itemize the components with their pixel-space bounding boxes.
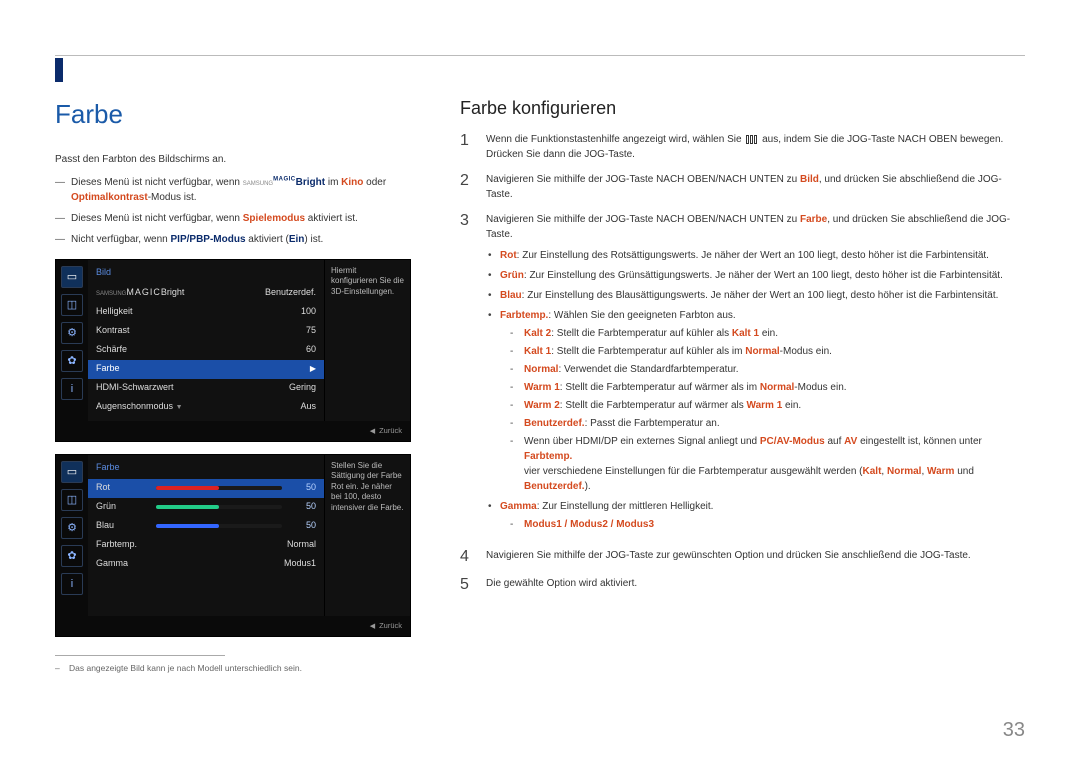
step-5: 5 Die gewählte Option wird aktiviert. bbox=[460, 576, 1025, 594]
top-rule bbox=[55, 55, 1025, 56]
osd-row-kontrast: Kontrast75 bbox=[88, 322, 324, 341]
note-1: Dieses Menü ist nicht verfügbar, wenn SA… bbox=[55, 175, 415, 205]
bullet-farbtemp: Farbtemp.: Wählen Sie den geeigneten Far… bbox=[486, 308, 1025, 494]
osd-row-gamma: GammaModus1 bbox=[88, 555, 324, 574]
monitor-icon: ▭ bbox=[61, 266, 83, 288]
note-3: Nicht verfügbar, wenn PIP/PBP-Modus akti… bbox=[55, 232, 415, 247]
step-3: 3 Navigieren Sie mithilfe der JOG-Taste … bbox=[460, 212, 1025, 538]
osd-help-text: Hiermit konfigurieren Sie die 3D-Einstel… bbox=[324, 260, 410, 421]
osd-row-farbe-selected: Farbe▶ bbox=[88, 360, 324, 379]
osd-row-hdmi: HDMI-SchwarzwertGering bbox=[88, 379, 324, 398]
bullet-gruen: Grün: Zur Einstellung des Grünsättigungs… bbox=[486, 268, 1025, 283]
slider-blue bbox=[156, 524, 282, 528]
osd-row-gruen: Grün 50 bbox=[88, 498, 324, 517]
osd-row-schaerfe: Schärfe60 bbox=[88, 341, 324, 360]
osd-row-bright: SAMSUNGMAGICBright Benutzerdef. bbox=[88, 284, 324, 303]
gear-icon: ✿ bbox=[61, 350, 83, 372]
bullet-blau: Blau: Zur Einstellung des Blausättigungs… bbox=[486, 288, 1025, 303]
step-2: 2 Navigieren Sie mithilfe der JOG-Taste … bbox=[460, 172, 1025, 202]
gear-icon: ✿ bbox=[61, 545, 83, 567]
step-list: 1 Wenn die Funktionstastenhilfe angezeig… bbox=[460, 132, 1025, 593]
intro-text: Passt den Farbton des Bildschirms an. bbox=[55, 152, 415, 167]
osd-row-helligkeit: Helligkeit100 bbox=[88, 303, 324, 322]
section-title: Farbe bbox=[55, 95, 415, 134]
bullet-rot: Rot: Zur Einstellung des Rotsättigungswe… bbox=[486, 248, 1025, 263]
info-icon: i bbox=[61, 378, 83, 400]
osd-screenshot-farbe: ▭ ◫ ⚙ ✿ i Farbe Rot 50 Grün bbox=[55, 454, 411, 637]
availability-notes: Dieses Menü ist nicht verfügbar, wenn SA… bbox=[55, 175, 415, 247]
step-4: 4 Navigieren Sie mithilfe der JOG-Taste … bbox=[460, 548, 1025, 566]
footnote-rule bbox=[55, 655, 225, 656]
osd-row-augen: Augenschonmodus ▼Aus bbox=[88, 398, 324, 417]
bullet-gamma: Gamma: Zur Einstellung der mittleren Hel… bbox=[486, 499, 1025, 532]
menu-icon bbox=[746, 135, 757, 144]
settings-icon: ⚙ bbox=[61, 517, 83, 539]
footnote: Das angezeigte Bild kann je nach Modell … bbox=[55, 662, 415, 675]
pip-icon: ◫ bbox=[61, 489, 83, 511]
monitor-icon: ▭ bbox=[61, 461, 83, 483]
info-icon: i bbox=[61, 573, 83, 595]
osd-sidebar: ▭ ◫ ⚙ ✿ i bbox=[56, 455, 88, 616]
pip-icon: ◫ bbox=[61, 294, 83, 316]
accent-bar bbox=[55, 58, 63, 82]
osd-row-blau: Blau 50 bbox=[88, 517, 324, 536]
osd-sidebar: ▭ ◫ ⚙ ✿ i bbox=[56, 260, 88, 421]
slider-green bbox=[156, 505, 282, 509]
osd-help-text: Stellen Sie die Sättigung der Farbe Rot … bbox=[324, 455, 410, 616]
note-2: Dieses Menü ist nicht verfügbar, wenn Sp… bbox=[55, 211, 415, 226]
settings-icon: ⚙ bbox=[61, 322, 83, 344]
farbtemp-note: Wenn über HDMI/DP ein externes Signal an… bbox=[510, 434, 1025, 494]
osd-screenshot-bild: ▭ ◫ ⚙ ✿ i Bild SAMSUNGMAGICBright Benutz… bbox=[55, 259, 411, 442]
step-1: 1 Wenn die Funktionstastenhilfe angezeig… bbox=[460, 132, 1025, 162]
osd-title: Farbe bbox=[88, 459, 324, 479]
osd-back: Zurück bbox=[56, 616, 410, 637]
osd-row-farbtemp: Farbtemp.Normal bbox=[88, 536, 324, 555]
right-column: Farbe konfigurieren 1 Wenn die Funktions… bbox=[460, 95, 1025, 675]
osd-back: Zurück bbox=[56, 421, 410, 442]
osd-title: Bild bbox=[88, 264, 324, 284]
left-column: Farbe Passt den Farbton des Bildschirms … bbox=[55, 95, 415, 675]
osd-row-rot-selected: Rot 50 bbox=[88, 479, 324, 498]
subsection-title: Farbe konfigurieren bbox=[460, 95, 1025, 122]
chevron-right-icon: ▶ bbox=[310, 363, 316, 375]
page-number: 33 bbox=[1003, 715, 1025, 745]
slider-red bbox=[156, 486, 282, 490]
